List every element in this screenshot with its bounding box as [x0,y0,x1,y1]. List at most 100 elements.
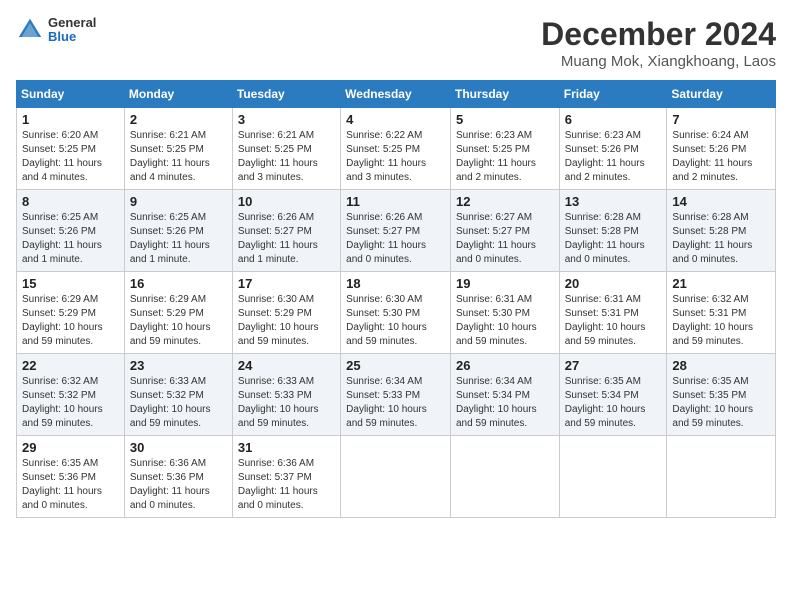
day-number: 10 [238,194,335,209]
day-number: 14 [672,194,770,209]
day-info: Sunrise: 6:25 AM Sunset: 5:26 PM Dayligh… [130,211,227,267]
month-title: December 2024 [541,16,776,53]
day-cell: 3Sunrise: 6:21 AM Sunset: 5:25 PM Daylig… [232,108,340,190]
logo-blue: Blue [48,30,96,44]
week-row-5: 29 Sunrise: 6:35 AM Sunset: 5:36 PM Dayli… [17,436,776,518]
day-cell: 25 Sunrise: 6:34 AM Sunset: 5:33 PM Dayli… [341,354,451,436]
day-number: 13 [565,194,662,209]
logo-text: General Blue [48,16,96,45]
day-cell: 2 Sunrise: 6:21 AM Sunset: 5:25 PM Daylig… [124,108,232,190]
day-cell: 15 Sunrise: 6:29 AM Sunset: 5:29 PM Dayli… [17,272,125,354]
day-number: 30 [130,440,227,455]
day-info: Sunrise: 6:26 AM Sunset: 5:27 PM Dayligh… [238,211,335,267]
day-info: Sunrise: 6:28 AM Sunset: 5:28 PM Dayligh… [565,211,662,267]
day-cell [450,436,559,518]
day-number: 25 [346,358,445,373]
day-info: Sunrise: 6:31 AM Sunset: 5:30 PM Dayligh… [456,293,554,349]
day-cell: 11 Sunrise: 6:26 AM Sunset: 5:27 PM Dayli… [341,190,451,272]
day-info: Sunrise: 6:22 AM Sunset: 5:25 PM Dayligh… [346,129,445,185]
day-info: Sunrise: 6:20 AM Sunset: 5:25 PM Dayligh… [22,129,119,185]
day-number: 11 [346,194,445,209]
day-number: 29 [22,440,119,455]
logo-icon [16,16,44,44]
day-cell: 22 Sunrise: 6:32 AM Sunset: 5:32 PM Dayli… [17,354,125,436]
day-number: 20 [565,276,662,291]
calendar-table: SundayMondayTuesdayWednesdayThursdayFrid… [16,80,776,518]
day-info: Sunrise: 6:35 AM Sunset: 5:36 PM Dayligh… [22,457,119,513]
week-row-3: 15 Sunrise: 6:29 AM Sunset: 5:29 PM Dayli… [17,272,776,354]
logo: General Blue [16,16,96,45]
day-info: Sunrise: 6:34 AM Sunset: 5:33 PM Dayligh… [346,375,445,431]
day-info: Sunrise: 6:23 AM Sunset: 5:25 PM Dayligh… [456,129,554,185]
day-cell [341,436,451,518]
day-cell [667,436,776,518]
day-number: 12 [456,194,554,209]
day-cell: 12 Sunrise: 6:27 AM Sunset: 5:27 PM Dayli… [450,190,559,272]
day-number: 16 [130,276,227,291]
day-cell: 20 Sunrise: 6:31 AM Sunset: 5:31 PM Dayli… [559,272,667,354]
day-number: 1 [22,112,119,127]
day-cell: 27 Sunrise: 6:35 AM Sunset: 5:34 PM Dayli… [559,354,667,436]
day-info: Sunrise: 6:27 AM Sunset: 5:27 PM Dayligh… [456,211,554,267]
day-info: Sunrise: 6:36 AM Sunset: 5:37 PM Dayligh… [238,457,335,513]
day-cell: 23 Sunrise: 6:33 AM Sunset: 5:32 PM Dayli… [124,354,232,436]
day-info: Sunrise: 6:35 AM Sunset: 5:34 PM Dayligh… [565,375,662,431]
day-number: 31 [238,440,335,455]
day-number: 28 [672,358,770,373]
day-cell: 7Sunrise: 6:24 AM Sunset: 5:26 PM Daylig… [667,108,776,190]
day-number: 17 [238,276,335,291]
day-cell: 17 Sunrise: 6:30 AM Sunset: 5:29 PM Dayli… [232,272,340,354]
day-info: Sunrise: 6:31 AM Sunset: 5:31 PM Dayligh… [565,293,662,349]
location: Muang Mok, Xiangkhoang, Laos [541,53,776,70]
day-cell: 18Sunrise: 6:30 AM Sunset: 5:30 PM Dayli… [341,272,451,354]
weekday-header-row: SundayMondayTuesdayWednesdayThursdayFrid… [17,81,776,108]
day-number: 9 [130,194,227,209]
day-number: 5 [456,112,554,127]
day-info: Sunrise: 6:30 AM Sunset: 5:29 PM Dayligh… [238,293,335,349]
day-cell: 9 Sunrise: 6:25 AM Sunset: 5:26 PM Daylig… [124,190,232,272]
page-header: General Blue December 2024 Muang Mok, Xi… [16,16,776,70]
day-info: Sunrise: 6:29 AM Sunset: 5:29 PM Dayligh… [22,293,119,349]
day-number: 19 [456,276,554,291]
day-cell: 4 Sunrise: 6:22 AM Sunset: 5:25 PM Daylig… [341,108,451,190]
day-info: Sunrise: 6:28 AM Sunset: 5:28 PM Dayligh… [672,211,770,267]
day-number: 3 [238,112,335,127]
day-number: 22 [22,358,119,373]
day-number: 23 [130,358,227,373]
day-cell: 8 Sunrise: 6:25 AM Sunset: 5:26 PM Daylig… [17,190,125,272]
day-info: Sunrise: 6:32 AM Sunset: 5:32 PM Dayligh… [22,375,119,431]
weekday-header-saturday: Saturday [667,81,776,108]
day-info: Sunrise: 6:23 AM Sunset: 5:26 PM Dayligh… [565,129,662,185]
day-cell: 10 Sunrise: 6:26 AM Sunset: 5:27 PM Dayli… [232,190,340,272]
day-cell: 26Sunrise: 6:34 AM Sunset: 5:34 PM Dayli… [450,354,559,436]
week-row-4: 22 Sunrise: 6:32 AM Sunset: 5:32 PM Dayli… [17,354,776,436]
day-number: 26 [456,358,554,373]
day-info: Sunrise: 6:33 AM Sunset: 5:32 PM Dayligh… [130,375,227,431]
day-number: 8 [22,194,119,209]
day-info: Sunrise: 6:35 AM Sunset: 5:35 PM Dayligh… [672,375,770,431]
day-number: 2 [130,112,227,127]
day-number: 27 [565,358,662,373]
day-cell: 5 Sunrise: 6:23 AM Sunset: 5:25 PM Daylig… [450,108,559,190]
day-number: 15 [22,276,119,291]
logo-general: General [48,16,96,30]
day-number: 18 [346,276,445,291]
day-cell: 29 Sunrise: 6:35 AM Sunset: 5:36 PM Dayli… [17,436,125,518]
day-cell: 13 Sunrise: 6:28 AM Sunset: 5:28 PM Dayli… [559,190,667,272]
day-cell [559,436,667,518]
day-cell: 21 Sunrise: 6:32 AM Sunset: 5:31 PM Dayli… [667,272,776,354]
day-number: 4 [346,112,445,127]
day-number: 21 [672,276,770,291]
day-info: Sunrise: 6:29 AM Sunset: 5:29 PM Dayligh… [130,293,227,349]
day-info: Sunrise: 6:26 AM Sunset: 5:27 PM Dayligh… [346,211,445,267]
day-info: Sunrise: 6:33 AM Sunset: 5:33 PM Dayligh… [238,375,335,431]
day-info: Sunrise: 6:25 AM Sunset: 5:26 PM Dayligh… [22,211,119,267]
week-row-2: 8 Sunrise: 6:25 AM Sunset: 5:26 PM Daylig… [17,190,776,272]
title-block: December 2024 Muang Mok, Xiangkhoang, La… [541,16,776,70]
day-info: Sunrise: 6:32 AM Sunset: 5:31 PM Dayligh… [672,293,770,349]
day-cell: 1 Sunrise: 6:20 AM Sunset: 5:25 PM Daylig… [17,108,125,190]
day-number: 7 [672,112,770,127]
day-cell: 19 Sunrise: 6:31 AM Sunset: 5:30 PM Dayli… [450,272,559,354]
day-number: 6 [565,112,662,127]
day-info: Sunrise: 6:21 AM Sunset: 5:25 PM Dayligh… [130,129,227,185]
